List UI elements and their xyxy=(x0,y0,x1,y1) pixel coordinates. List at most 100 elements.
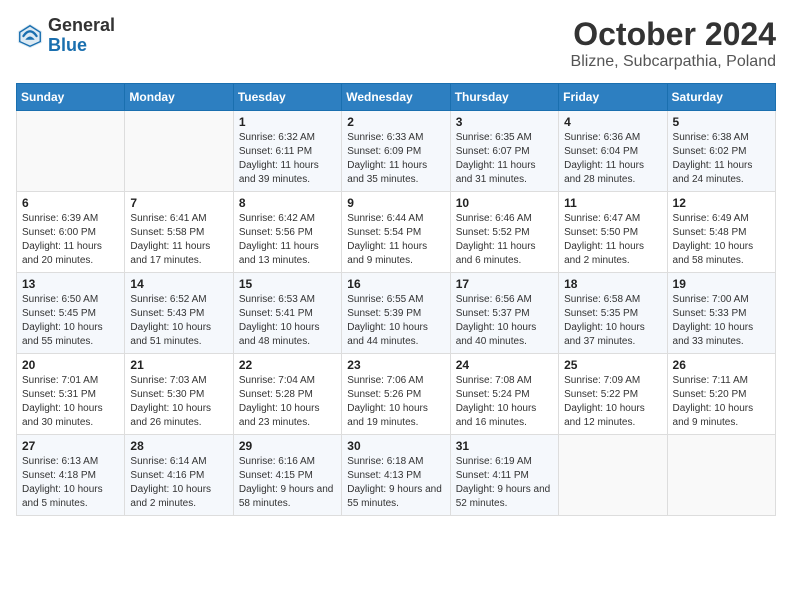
page-header: General Blue October 2024 Blizne, Subcar… xyxy=(16,16,776,71)
day-info: Sunrise: 7:09 AM Sunset: 5:22 PM Dayligh… xyxy=(564,374,661,430)
weekday-wednesday: Wednesday xyxy=(342,84,450,111)
day-number: 5 xyxy=(673,115,770,129)
calendar-week-4: 20Sunrise: 7:01 AM Sunset: 5:31 PM Dayli… xyxy=(17,354,776,435)
day-info: Sunrise: 7:00 AM Sunset: 5:33 PM Dayligh… xyxy=(673,293,770,349)
day-info: Sunrise: 7:08 AM Sunset: 5:24 PM Dayligh… xyxy=(456,374,553,430)
day-info: Sunrise: 6:35 AM Sunset: 6:07 PM Dayligh… xyxy=(456,131,553,187)
calendar-cell: 15 Sunrise: 6:53 AM Sunset: 5:41 PM Dayli… xyxy=(233,273,341,354)
calendar-cell: 4Sunrise: 6:36 AM Sunset: 6:04 PM Daylig… xyxy=(559,111,667,192)
day-info: Sunrise: 6:46 AM Sunset: 5:52 PM Dayligh… xyxy=(456,212,553,268)
day-info: Sunrise: 7:04 AM Sunset: 5:28 PM Dayligh… xyxy=(239,374,336,430)
calendar-cell: 8 Sunrise: 6:42 AM Sunset: 5:56 PM Daylig… xyxy=(233,192,341,273)
calendar-cell: 22 Sunrise: 7:04 AM Sunset: 5:28 PM Dayli… xyxy=(233,354,341,435)
day-info: Sunrise: 6:42 AM Sunset: 5:56 PM Dayligh… xyxy=(239,212,336,268)
day-number: 18 xyxy=(564,277,661,291)
day-info: Sunrise: 7:06 AM Sunset: 5:26 PM Dayligh… xyxy=(347,374,444,430)
calendar-cell: 28Sunrise: 6:14 AM Sunset: 4:16 PM Dayli… xyxy=(125,435,233,516)
day-number: 30 xyxy=(347,439,444,453)
day-number: 8 xyxy=(239,196,336,210)
day-info: Sunrise: 6:55 AM Sunset: 5:39 PM Dayligh… xyxy=(347,293,444,349)
calendar-cell: 14 Sunrise: 6:52 AM Sunset: 5:43 PM Dayli… xyxy=(125,273,233,354)
calendar-cell: 13Sunrise: 6:50 AM Sunset: 5:45 PM Dayli… xyxy=(17,273,125,354)
day-info: Sunrise: 7:11 AM Sunset: 5:20 PM Dayligh… xyxy=(673,374,770,430)
calendar-cell: 27 Sunrise: 6:13 AM Sunset: 4:18 PM Dayli… xyxy=(17,435,125,516)
calendar-cell: 12 Sunrise: 6:49 AM Sunset: 5:48 PM Dayli… xyxy=(667,192,775,273)
day-info: Sunrise: 6:18 AM Sunset: 4:13 PM Dayligh… xyxy=(347,455,444,511)
day-number: 2 xyxy=(347,115,444,129)
day-info: Sunrise: 6:16 AM Sunset: 4:15 PM Dayligh… xyxy=(239,455,336,511)
logo: General Blue xyxy=(16,16,115,56)
logo-general-text: General xyxy=(48,16,115,36)
weekday-tuesday: Tuesday xyxy=(233,84,341,111)
day-number: 23 xyxy=(347,358,444,372)
calendar-cell: 20Sunrise: 7:01 AM Sunset: 5:31 PM Dayli… xyxy=(17,354,125,435)
calendar-body: 1Sunrise: 6:32 AM Sunset: 6:11 PM Daylig… xyxy=(17,111,776,516)
day-number: 12 xyxy=(673,196,770,210)
calendar-cell xyxy=(125,111,233,192)
calendar-cell: 7 Sunrise: 6:41 AM Sunset: 5:58 PM Daylig… xyxy=(125,192,233,273)
day-info: Sunrise: 6:38 AM Sunset: 6:02 PM Dayligh… xyxy=(673,131,770,187)
calendar-cell: 24 Sunrise: 7:08 AM Sunset: 5:24 PM Dayli… xyxy=(450,354,558,435)
day-number: 15 xyxy=(239,277,336,291)
calendar-cell xyxy=(559,435,667,516)
weekday-thursday: Thursday xyxy=(450,84,558,111)
calendar-week-5: 27 Sunrise: 6:13 AM Sunset: 4:18 PM Dayli… xyxy=(17,435,776,516)
day-number: 28 xyxy=(130,439,227,453)
calendar-cell: 10Sunrise: 6:46 AM Sunset: 5:52 PM Dayli… xyxy=(450,192,558,273)
calendar-cell: 11 Sunrise: 6:47 AM Sunset: 5:50 PM Dayli… xyxy=(559,192,667,273)
day-number: 4 xyxy=(564,115,661,129)
calendar-week-1: 1Sunrise: 6:32 AM Sunset: 6:11 PM Daylig… xyxy=(17,111,776,192)
day-number: 26 xyxy=(673,358,770,372)
calendar-cell: 3 Sunrise: 6:35 AM Sunset: 6:07 PM Daylig… xyxy=(450,111,558,192)
weekday-row: Sunday Monday Tuesday Wednesday Thursday… xyxy=(17,84,776,111)
day-number: 24 xyxy=(456,358,553,372)
day-info: Sunrise: 6:44 AM Sunset: 5:54 PM Dayligh… xyxy=(347,212,444,268)
day-number: 11 xyxy=(564,196,661,210)
day-info: Sunrise: 6:41 AM Sunset: 5:58 PM Dayligh… xyxy=(130,212,227,268)
day-number: 29 xyxy=(239,439,336,453)
day-info: Sunrise: 6:49 AM Sunset: 5:48 PM Dayligh… xyxy=(673,212,770,268)
day-number: 22 xyxy=(239,358,336,372)
day-info: Sunrise: 6:52 AM Sunset: 5:43 PM Dayligh… xyxy=(130,293,227,349)
calendar-cell: 2 Sunrise: 6:33 AM Sunset: 6:09 PM Daylig… xyxy=(342,111,450,192)
logo-blue-text: Blue xyxy=(48,36,115,56)
day-number: 3 xyxy=(456,115,553,129)
day-number: 21 xyxy=(130,358,227,372)
weekday-sunday: Sunday xyxy=(17,84,125,111)
day-number: 7 xyxy=(130,196,227,210)
day-info: Sunrise: 6:53 AM Sunset: 5:41 PM Dayligh… xyxy=(239,293,336,349)
title-area: October 2024 Blizne, Subcarpathia, Polan… xyxy=(571,16,776,71)
calendar-cell: 30 Sunrise: 6:18 AM Sunset: 4:13 PM Dayli… xyxy=(342,435,450,516)
calendar-cell xyxy=(17,111,125,192)
day-number: 31 xyxy=(456,439,553,453)
calendar-cell: 1Sunrise: 6:32 AM Sunset: 6:11 PM Daylig… xyxy=(233,111,341,192)
weekday-monday: Monday xyxy=(125,84,233,111)
day-info: Sunrise: 6:13 AM Sunset: 4:18 PM Dayligh… xyxy=(22,455,119,511)
calendar-cell: 16 Sunrise: 6:55 AM Sunset: 5:39 PM Dayli… xyxy=(342,273,450,354)
calendar-table: Sunday Monday Tuesday Wednesday Thursday… xyxy=(16,83,776,516)
calendar-week-2: 6Sunrise: 6:39 AM Sunset: 6:00 PM Daylig… xyxy=(17,192,776,273)
day-number: 19 xyxy=(673,277,770,291)
day-info: Sunrise: 6:33 AM Sunset: 6:09 PM Dayligh… xyxy=(347,131,444,187)
day-info: Sunrise: 6:47 AM Sunset: 5:50 PM Dayligh… xyxy=(564,212,661,268)
calendar-cell: 17 Sunrise: 6:56 AM Sunset: 5:37 PM Dayli… xyxy=(450,273,558,354)
day-info: Sunrise: 6:56 AM Sunset: 5:37 PM Dayligh… xyxy=(456,293,553,349)
location-title: Blizne, Subcarpathia, Poland xyxy=(571,53,776,71)
day-number: 1 xyxy=(239,115,336,129)
month-title: October 2024 xyxy=(571,16,776,53)
logo-icon xyxy=(16,22,44,50)
day-info: Sunrise: 7:03 AM Sunset: 5:30 PM Dayligh… xyxy=(130,374,227,430)
calendar-cell: 21 Sunrise: 7:03 AM Sunset: 5:30 PM Dayli… xyxy=(125,354,233,435)
calendar-cell: 18Sunrise: 6:58 AM Sunset: 5:35 PM Dayli… xyxy=(559,273,667,354)
calendar-cell: 23 Sunrise: 7:06 AM Sunset: 5:26 PM Dayli… xyxy=(342,354,450,435)
day-number: 20 xyxy=(22,358,119,372)
day-number: 25 xyxy=(564,358,661,372)
day-number: 27 xyxy=(22,439,119,453)
calendar-cell: 9Sunrise: 6:44 AM Sunset: 5:54 PM Daylig… xyxy=(342,192,450,273)
day-number: 17 xyxy=(456,277,553,291)
day-number: 16 xyxy=(347,277,444,291)
day-number: 14 xyxy=(130,277,227,291)
day-info: Sunrise: 6:39 AM Sunset: 6:00 PM Dayligh… xyxy=(22,212,119,268)
calendar-cell: 25 Sunrise: 7:09 AM Sunset: 5:22 PM Dayli… xyxy=(559,354,667,435)
calendar-cell: 26 Sunrise: 7:11 AM Sunset: 5:20 PM Dayli… xyxy=(667,354,775,435)
